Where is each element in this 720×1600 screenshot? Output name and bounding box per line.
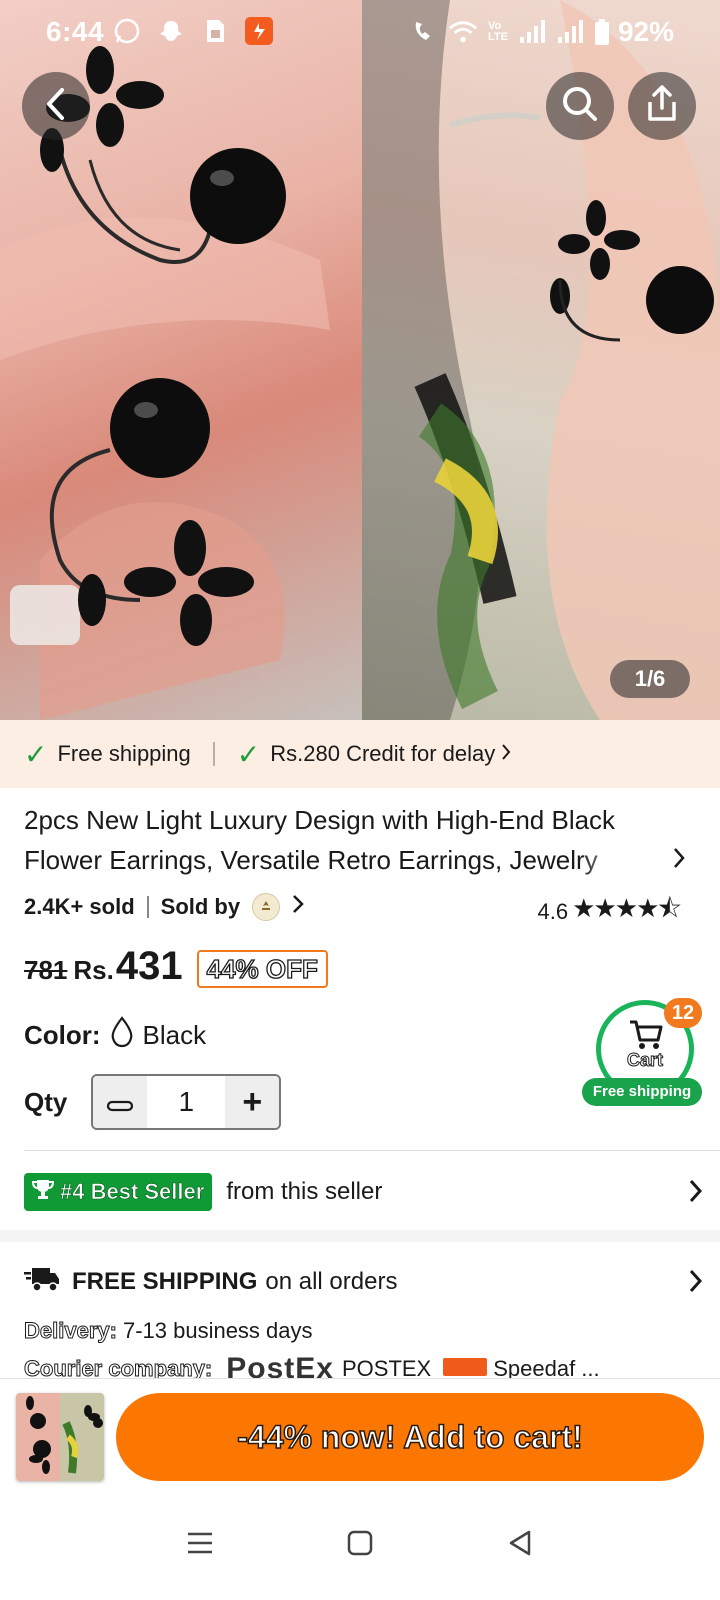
seller-logo-icon[interactable] [252,893,281,921]
chevron-right-icon[interactable] [688,1268,704,1301]
trophy-icon [31,1178,55,1206]
signal-icon [518,17,548,47]
color-value: Black [142,1020,207,1050]
system-icons: Vo LTE 92% [410,16,674,48]
color-drop-icon [109,1016,135,1055]
quantity-stepper[interactable]: 1 + [91,1074,282,1130]
free-shipping-subtext: on all orders [265,1268,398,1295]
divider [24,1150,720,1151]
recent-apps-icon [186,1531,214,1560]
delivery-time-row: Delivery: 7-13 business days [24,1318,313,1344]
increment-button[interactable]: + [225,1076,280,1128]
product-thumbnail[interactable] [16,1393,104,1481]
decrement-button[interactable] [93,1076,148,1128]
sold-count: 2.4K+ sold [24,894,135,919]
recent-apps-button[interactable] [180,1525,220,1565]
original-price: 781 [24,955,68,985]
courier-speedaf: Speedaf ... [493,1356,600,1378]
divider [146,896,149,918]
current-price: 431 [115,944,183,988]
nav-back-button[interactable] [500,1525,540,1565]
sim-icon [200,16,230,46]
best-seller-row[interactable]: #4 Best Seller from this seller [24,1172,704,1212]
home-icon [347,1530,373,1561]
free-shipping-label: Free shipping [57,741,191,766]
rating[interactable]: 4.6 ★★★★⯪ [537,890,682,934]
quantity-row: Qty 1 + [24,1074,282,1130]
app-notification-icon [244,16,274,46]
battery-icon [594,17,610,47]
volte-icon: Vo LTE [487,20,508,43]
sold-by-label[interactable]: Sold by [161,894,240,920]
home-button[interactable] [340,1525,380,1565]
delay-credit-label: Rs.280 Credit for delay [270,741,496,766]
search-button[interactable] [546,72,614,140]
best-seller-suffix: from this seller [226,1178,383,1205]
courier-row: Courier company: PostEx POSTEX Speedaf .… [24,1356,720,1378]
check-icon: ✓ [24,738,48,770]
discount-badge: 44% OFF [196,950,328,988]
postex-logo: PostEx [226,1356,334,1378]
product-image-gallery[interactable]: 6:44 Vo LTE 92% 1/6 [0,0,720,720]
add-to-cart-button[interactable]: -44% now! Add to cart! [116,1393,704,1481]
chevron-right-icon[interactable] [688,1178,704,1209]
divider [212,742,215,766]
delivery-label: Delivery: [24,1318,118,1344]
sales-info-row: 2.4K+ sold Sold by 4.6 ★★★★⯪ [24,890,700,924]
courier-postex: POSTEX [341,1356,432,1378]
snapchat-icon [156,16,186,46]
currency-label: Rs. [73,955,114,985]
best-seller-badge: #4 Best Seller [24,1173,213,1211]
quantity-value[interactable]: 1 [147,1086,225,1118]
product-title[interactable]: 2pcs New Light Luxury Design with High-E… [24,800,664,882]
section-separator [0,1230,720,1242]
back-arrow-icon [42,87,70,126]
chevron-right-icon[interactable] [292,894,304,920]
thumbnail-art [26,1396,103,1474]
delivery-value: 7-13 business days [122,1318,313,1343]
cart-free-shipping-tag: Free shipping [582,1078,702,1106]
share-icon [642,84,682,129]
whatsapp-icon [112,16,142,46]
delay-credit-benefit[interactable]: ✓ Rs.280 Credit for delay [237,738,511,771]
signal-icon [556,17,586,47]
price-row: 781 Rs. 431 44% OFF [24,944,328,994]
free-shipping-section[interactable]: FREE SHIPPING on all orders [24,1262,704,1302]
wifi-calling-icon [410,17,440,47]
free-shipping-benefit: ✓ Free shipping [24,738,191,771]
shipping-benefits-strip[interactable]: ✓ Free shipping ✓ Rs.280 Credit for dela… [0,720,720,788]
star-rating-icons: ★★★★⯪ [572,893,682,923]
bottom-action-bar: -44% now! Add to cart! [0,1378,720,1490]
chevron-right-icon[interactable] [672,846,686,875]
system-navigation-bar [0,1490,720,1600]
check-icon: ✓ [236,738,261,770]
free-shipping-headline: FREE SHIPPING [72,1268,258,1295]
status-time: 6:44 [46,16,105,47]
color-selector[interactable]: Color: Black [24,1016,206,1055]
courier-label: Courier company: [24,1356,213,1378]
notification-icons [112,16,274,46]
back-triangle-icon [507,1529,533,1562]
search-icon [560,84,600,129]
cart-label: Cart [626,1050,663,1071]
color-label: Color: [24,1020,101,1050]
chevron-right-icon [501,741,511,767]
rating-value: 4.6 [537,899,569,924]
title-fade [580,842,660,882]
best-seller-text: #4 Best Seller [60,1179,205,1205]
image-counter: 1/6 [610,660,690,698]
qty-label: Qty [24,1086,68,1117]
wifi-icon [448,17,478,47]
delivery-truck-icon [24,1265,60,1300]
floating-cart-button[interactable]: Cart 12 Free shipping [582,998,702,1110]
status-bar: 6:44 Vo LTE 92% [0,14,720,50]
cart-count-badge: 12 [664,998,702,1028]
share-button[interactable] [628,72,696,140]
speedaf-logo-icon [443,1358,488,1376]
minus-icon [106,1083,134,1122]
back-button[interactable] [22,72,90,140]
battery-percent: 92% [617,16,674,47]
plus-icon: + [242,1082,263,1121]
